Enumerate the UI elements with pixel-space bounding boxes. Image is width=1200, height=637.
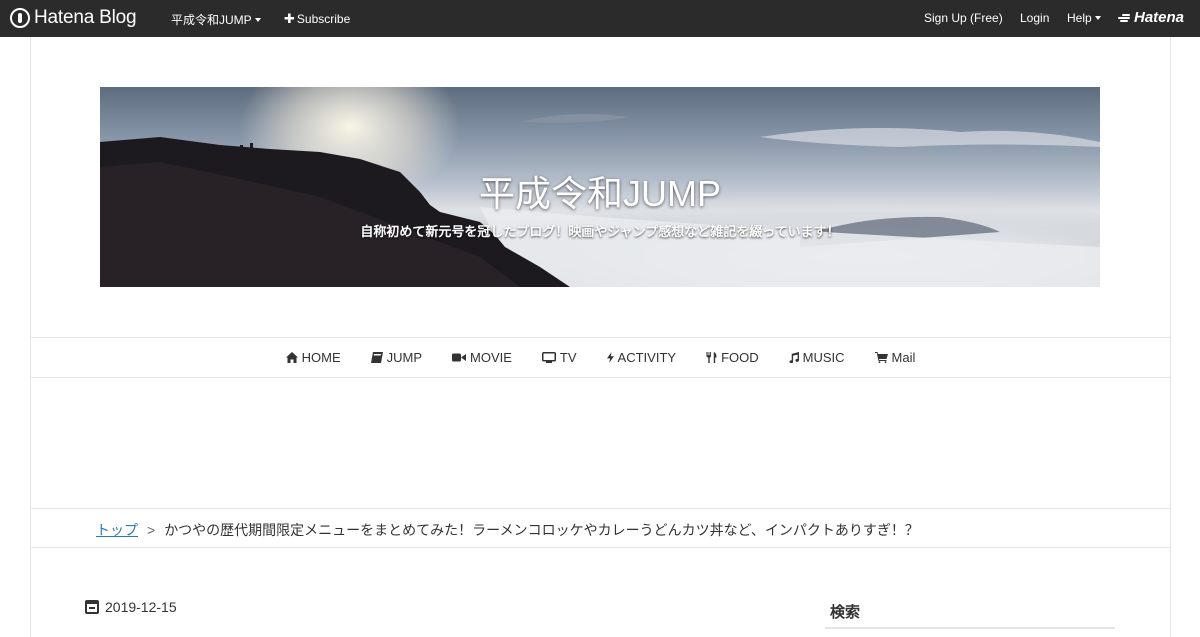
nav-label: JUMP — [386, 350, 423, 365]
tv-icon — [541, 352, 556, 363]
subscribe-label: Subscribe — [296, 12, 351, 26]
nav-label: HOME — [301, 350, 341, 365]
bolt-icon — [606, 352, 614, 363]
article-date: 2019-12-15 — [85, 599, 177, 615]
nav-item-mail[interactable]: Mail — [874, 350, 916, 365]
login-link[interactable]: Login — [1020, 11, 1049, 25]
nav-item-food[interactable]: FOOD — [706, 350, 759, 365]
nav-item-home[interactable]: HOME — [285, 350, 341, 365]
breadcrumb: トップ > かつやの歴代期間限定メニューをまとめてみた！ラーメンコロッケやカレーうど… — [31, 508, 1170, 548]
nav-label: MUSIC — [802, 350, 845, 365]
blog-title[interactable]: 平成令和JUMP — [100, 165, 1100, 217]
music-note-icon — [789, 352, 799, 363]
signup-link[interactable]: Sign Up (Free) — [924, 11, 1003, 25]
logo-text: Hatena Blog — [34, 7, 137, 28]
book-icon — [370, 352, 383, 363]
nav-item-movie[interactable]: MOVIE — [452, 350, 512, 365]
caret-down-icon — [254, 18, 261, 22]
nav-label: Mail — [891, 350, 916, 365]
cutlery-icon — [706, 352, 717, 363]
nav-item-jump[interactable]: JUMP — [370, 350, 423, 365]
hatena-mark-icon — [1118, 13, 1132, 23]
nav-label: TV — [559, 350, 577, 365]
sidebar-search-title: 検索 — [830, 604, 861, 621]
video-camera-icon — [452, 353, 467, 362]
sidebar-divider — [825, 627, 1115, 629]
blog-header[interactable]: 平成令和JUMP 自称初めて新元号を冠したブログ！映画やジャンプ感想など雑記を綴… — [100, 87, 1100, 287]
global-nav: HOME JUMP MOVIE TV ACTIVITY FOOD MUSIC M… — [31, 337, 1170, 378]
breadcrumb-separator: > — [147, 522, 156, 538]
cart-icon — [874, 352, 888, 363]
plus-icon: ✚ — [284, 11, 295, 26]
hatena-top-bar: Hatena Blog 平成令和JUMP ✚ Subscribe Sign Up … — [0, 0, 1200, 37]
help-label: Help — [1067, 11, 1092, 25]
caret-down-icon — [1094, 16, 1101, 20]
hatena-logo-icon — [10, 8, 30, 28]
help-menu[interactable]: Help — [1067, 11, 1101, 25]
nav-item-music[interactable]: MUSIC — [789, 350, 845, 365]
hatena-link[interactable]: Hatena — [1118, 9, 1184, 26]
breadcrumb-top-link[interactable]: トップ — [96, 522, 138, 538]
article-date-text[interactable]: 2019-12-15 — [105, 599, 177, 615]
hatena-blog-logo[interactable]: Hatena Blog — [10, 7, 137, 29]
breadcrumb-current: かつやの歴代期間限定メニューをまとめてみた！ラーメンコロッケやカレーうどんカツ丼… — [164, 522, 919, 538]
blog-name-menu[interactable]: 平成令和JUMP — [171, 11, 261, 28]
home-icon — [285, 352, 298, 363]
calendar-icon — [85, 600, 99, 614]
nav-item-activity[interactable]: ACTIVITY — [606, 350, 677, 365]
hatena-label: Hatena — [1134, 9, 1185, 26]
nav-item-tv[interactable]: TV — [541, 350, 577, 365]
blog-description: 自称初めて新元号を冠したブログ！映画やジャンプ感想など雑記を綴っています！ — [360, 224, 840, 239]
subscribe-button[interactable]: ✚ Subscribe — [284, 11, 350, 27]
nav-label: MOVIE — [470, 350, 512, 365]
blog-name-label: 平成令和JUMP — [171, 13, 252, 27]
nav-label: FOOD — [721, 350, 759, 365]
nav-label: ACTIVITY — [617, 350, 677, 365]
